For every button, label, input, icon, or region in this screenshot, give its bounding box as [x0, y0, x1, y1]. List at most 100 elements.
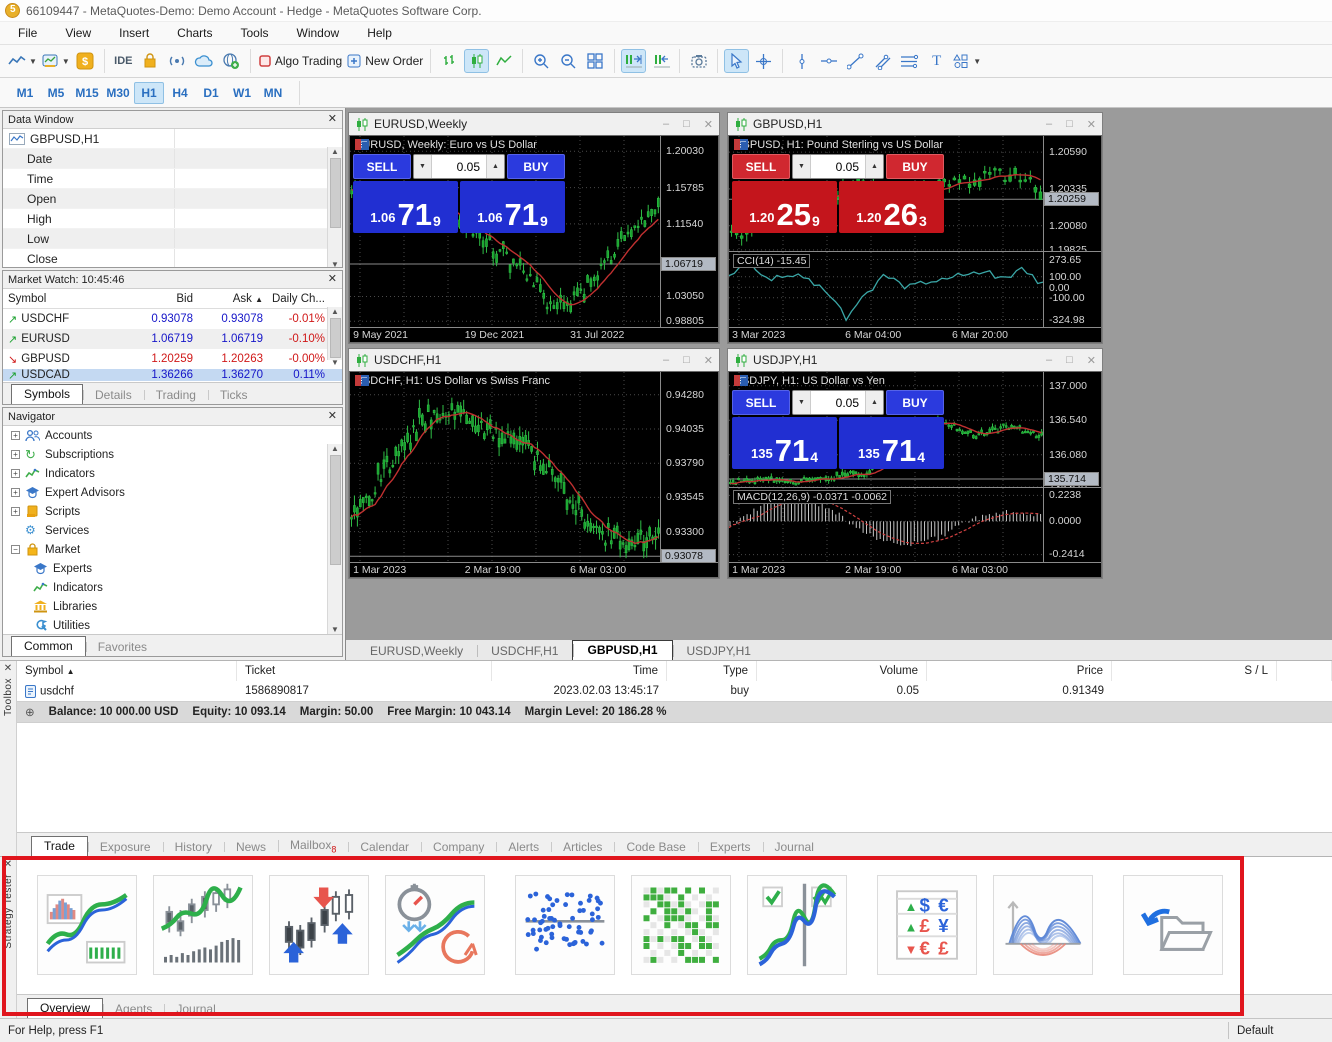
candles-mode-button[interactable]	[464, 49, 489, 73]
chart-tab-usdchf[interactable]: USDCHF,H1	[477, 642, 572, 660]
nav-market[interactable]: −Market	[3, 540, 342, 559]
tile-single-test[interactable]	[153, 875, 253, 975]
buy-button[interactable]: BUY	[886, 390, 944, 415]
market-watch-row[interactable]: ↗EURUSD 1.06719 1.06719 -0.10%	[3, 329, 342, 349]
status-profile[interactable]: Default	[1237, 1025, 1273, 1037]
ask-price[interactable]: 1.20263	[839, 181, 944, 233]
tab-code-base[interactable]: Code Base	[614, 838, 697, 856]
close-icon[interactable]: ✕	[1087, 354, 1096, 367]
new-chart-button[interactable]: ▼	[7, 49, 38, 73]
scrollbar[interactable]: ▲▼	[327, 147, 342, 268]
close-icon[interactable]: ✕	[704, 118, 713, 131]
tab-trading[interactable]: Trading	[144, 386, 208, 404]
tf-w1[interactable]: W1	[227, 82, 257, 104]
minimize-icon[interactable]: –	[663, 354, 669, 367]
tf-h1[interactable]: H1	[134, 82, 164, 104]
algo-trading-toggle[interactable]: Algo Trading	[257, 49, 343, 73]
tab-journal[interactable]: Journal	[763, 838, 826, 856]
nav-indicators[interactable]: +Indicators	[3, 464, 342, 483]
close-icon[interactable]: ✕	[328, 274, 337, 285]
line-mode-button[interactable]	[491, 49, 516, 73]
market-watch-header[interactable]: Symbol Bid Ask ▲ Daily Ch...	[3, 289, 342, 309]
close-icon[interactable]: ✕	[4, 663, 12, 674]
close-icon[interactable]: ✕	[328, 411, 337, 422]
minimize-icon[interactable]: –	[663, 118, 669, 131]
position-row[interactable]: usdchf 1586890817 2023.02.03 13:45:17 bu…	[17, 681, 1332, 701]
market-watch-row[interactable]: ↘GBPUSD 1.20259 1.20263 -0.00%	[3, 349, 342, 369]
tab-history[interactable]: History	[163, 838, 224, 856]
tf-m30[interactable]: M30	[103, 82, 133, 104]
zoom-out-button[interactable]	[556, 49, 581, 73]
nav-accounts[interactable]: +Accounts	[3, 426, 342, 445]
tf-m5[interactable]: M5	[41, 82, 71, 104]
volume-stepper[interactable]: ▼0.05▲	[413, 154, 505, 179]
sell-button[interactable]: SELL	[732, 390, 790, 415]
scrollbar[interactable]: ▲▼	[327, 444, 342, 634]
tf-m15[interactable]: M15	[72, 82, 102, 104]
tile-multi-symbol[interactable]: ▲ $ € ▲ £ ¥ ▼ € £	[877, 875, 977, 975]
crosshair-button[interactable]	[751, 49, 776, 73]
community-button[interactable]	[219, 49, 244, 73]
sell-button[interactable]: SELL	[353, 154, 411, 179]
market-watch-row-selected[interactable]: ↗USDCAD 1.36266 1.36270 0.11%	[3, 369, 342, 381]
expand-icon[interactable]: +	[11, 469, 20, 478]
maximize-icon[interactable]: □	[1066, 118, 1073, 131]
menu-insert[interactable]: Insert	[105, 23, 163, 43]
ide-button[interactable]: IDE	[111, 49, 136, 73]
tile-scatter-analysis[interactable]	[515, 875, 615, 975]
one-click-trading-icon[interactable]	[734, 375, 747, 386]
chart-window-usdchf[interactable]: USDCHF,H1 –□✕ USDCHF, H1: US Dollar vs S…	[348, 348, 720, 579]
chart-tab-eurusd[interactable]: EURUSD,Weekly	[356, 642, 477, 660]
tile-open-results[interactable]	[1123, 875, 1223, 975]
signals-button[interactable]	[165, 49, 190, 73]
objects-button[interactable]: ▼	[951, 49, 982, 73]
cloud-button[interactable]	[192, 49, 217, 73]
menu-view[interactable]: View	[51, 23, 105, 43]
expand-summary-icon[interactable]: ⊕	[25, 705, 35, 719]
tile-windows-button[interactable]	[583, 49, 608, 73]
tab-agents[interactable]: Agents	[103, 1000, 164, 1018]
chart-window-eurusd[interactable]: EURUSD,Weekly –□✕ EURUSD, Weekly: Euro v…	[348, 112, 720, 344]
tab-trade[interactable]: Trade	[31, 836, 88, 857]
tab-symbols[interactable]: Symbols	[11, 384, 83, 405]
tile-surface-3d[interactable]	[993, 875, 1093, 975]
close-icon[interactable]: ✕	[704, 354, 713, 367]
nav-market-indicators[interactable]: Indicators	[3, 578, 342, 597]
tf-h4[interactable]: H4	[165, 82, 195, 104]
cursor-button[interactable]	[724, 49, 749, 73]
fibonacci-button[interactable]	[897, 49, 922, 73]
one-click-trading-button[interactable]: $	[73, 49, 98, 73]
tab-overview[interactable]: Overview	[27, 998, 103, 1019]
trendline-button[interactable]	[843, 49, 868, 73]
tab-details[interactable]: Details	[83, 386, 144, 404]
channel-button[interactable]	[870, 49, 895, 73]
tab-mailbox[interactable]: Mailbox8	[278, 836, 348, 856]
zoom-in-button[interactable]	[529, 49, 554, 73]
chart-tab-gbpusd[interactable]: GBPUSD,H1	[572, 640, 672, 660]
one-click-trading-icon[interactable]	[355, 139, 368, 150]
maximize-icon[interactable]: □	[683, 118, 690, 131]
volume-increase-icon[interactable]: ▲	[486, 155, 504, 178]
menu-file[interactable]: File	[4, 23, 51, 43]
text-button[interactable]: T	[924, 49, 949, 73]
tf-d1[interactable]: D1	[196, 82, 226, 104]
menu-window[interactable]: Window	[283, 23, 354, 43]
bid-price[interactable]: 135714	[732, 417, 837, 469]
volume-decrease-icon[interactable]: ▼	[793, 391, 811, 414]
maximize-icon[interactable]: □	[1066, 354, 1073, 367]
volume-decrease-icon[interactable]: ▼	[793, 155, 811, 178]
expand-icon[interactable]: +	[11, 507, 20, 516]
close-icon[interactable]: ✕	[4, 859, 12, 870]
minimize-icon[interactable]: –	[1046, 118, 1052, 131]
chart-tab-usdjpy[interactable]: USDJPY,H1	[673, 642, 765, 660]
auto-scroll-button[interactable]	[648, 49, 673, 73]
menu-charts[interactable]: Charts	[163, 23, 226, 43]
ask-price[interactable]: 1.06719	[460, 181, 565, 233]
tab-experts[interactable]: Experts	[698, 838, 763, 856]
volume-increase-icon[interactable]: ▲	[865, 391, 883, 414]
screenshot-button[interactable]	[686, 49, 711, 73]
one-click-trading-icon[interactable]	[355, 375, 368, 386]
tile-speed-test[interactable]	[385, 875, 485, 975]
volume-stepper[interactable]: ▼0.05▲	[792, 390, 884, 415]
market-button[interactable]	[138, 49, 163, 73]
